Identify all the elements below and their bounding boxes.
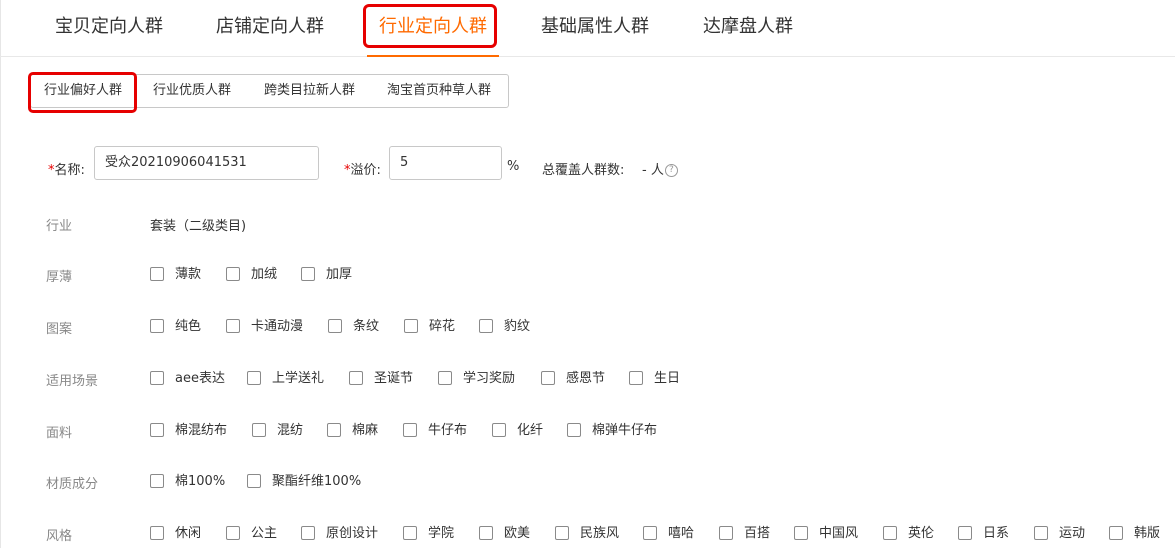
help-icon[interactable]: ? [664, 164, 678, 177]
tab-item-audience[interactable]: 宝贝定向人群 [55, 0, 163, 56]
checkbox-icon[interactable] [301, 267, 315, 281]
checkbox-icon[interactable] [247, 371, 261, 385]
checkbox-icon[interactable] [541, 371, 555, 385]
attr-label-pattern: 图案 [46, 322, 73, 337]
checkbox-icon[interactable] [883, 526, 897, 540]
name-input[interactable]: 受众20210906041531 [94, 146, 319, 180]
tab-basic-attribute-audience[interactable]: 基础属性人群 [541, 0, 649, 56]
checkbox-icon[interactable] [555, 526, 569, 540]
checkbox-icon[interactable] [327, 423, 341, 437]
checkbox-icon[interactable] [404, 319, 418, 333]
checkbox-icon[interactable] [479, 526, 493, 540]
checkbox-icon[interactable] [150, 319, 164, 333]
checkbox-icon[interactable] [328, 319, 342, 333]
checkbox-icon[interactable] [643, 526, 657, 540]
checkbox-icon[interactable] [150, 267, 164, 281]
subtab-industry-quality[interactable]: 行业优质人群 [153, 75, 231, 107]
subtab-taobao-homepage-seeding[interactable]: 淘宝首页种草人群 [387, 75, 491, 107]
checkbox-icon[interactable] [794, 526, 808, 540]
industry-sub-tabs: 行业偏好人群 行业优质人群 跨类目拉新人群 淘宝首页种草人群 [30, 74, 509, 108]
checkbox-icon[interactable] [1034, 526, 1048, 540]
checkbox-icon[interactable] [349, 371, 363, 385]
checkbox-icon[interactable] [226, 267, 240, 281]
checkbox-icon[interactable] [150, 371, 164, 385]
tab-store-audience[interactable]: 店铺定向人群 [216, 0, 324, 56]
left-border [0, 0, 1, 548]
checkbox-icon[interactable] [629, 371, 643, 385]
name-label: *名称: [48, 163, 85, 178]
checkbox-icon[interactable] [226, 526, 240, 540]
percent-suffix: % [507, 159, 520, 174]
tab-industry-audience[interactable]: 行业定向人群 [367, 0, 499, 57]
checkbox-icon[interactable] [567, 423, 581, 437]
coverage-value: - 人? [642, 159, 678, 178]
attr-label-fabric: 面料 [46, 426, 73, 441]
checkbox-icon[interactable] [247, 474, 261, 488]
subtab-cross-category-new[interactable]: 跨类目拉新人群 [264, 75, 355, 107]
attr-label-scenario: 适用场景 [46, 374, 99, 389]
checkbox-icon[interactable] [1109, 526, 1123, 540]
attr-label-style: 风格 [46, 529, 73, 544]
checkbox-icon[interactable] [719, 526, 733, 540]
checkbox-icon[interactable] [150, 423, 164, 437]
checkbox-icon[interactable] [479, 319, 493, 333]
checkbox-icon[interactable] [492, 423, 506, 437]
checkbox-icon[interactable] [403, 526, 417, 540]
attr-label-material: 材质成分 [46, 477, 99, 492]
premium-label: *溢价: [344, 163, 381, 178]
checkbox-icon[interactable] [438, 371, 452, 385]
checkbox-icon[interactable] [403, 423, 417, 437]
checkbox-icon[interactable] [150, 526, 164, 540]
checkbox-icon[interactable] [252, 423, 266, 437]
coverage-label: 总覆盖人群数: [542, 163, 625, 178]
industry-label: 行业 [46, 219, 73, 234]
checkbox-icon[interactable] [226, 319, 240, 333]
tab-damo-audience[interactable]: 达摩盘人群 [703, 0, 793, 56]
attr-label-thickness: 厚薄 [46, 270, 73, 285]
premium-input[interactable]: 5 [389, 146, 502, 180]
subtab-industry-preference[interactable]: 行业偏好人群 [44, 75, 122, 107]
checkbox-icon[interactable] [958, 526, 972, 540]
checkbox-icon[interactable] [150, 474, 164, 488]
industry-targeting-top-tabs: 宝贝定向人群 店铺定向人群 行业定向人群 基础属性人群 达摩盘人群 [0, 0, 1175, 57]
industry-value: 套装（二级类目) [150, 219, 247, 234]
checkbox-icon[interactable] [301, 526, 315, 540]
